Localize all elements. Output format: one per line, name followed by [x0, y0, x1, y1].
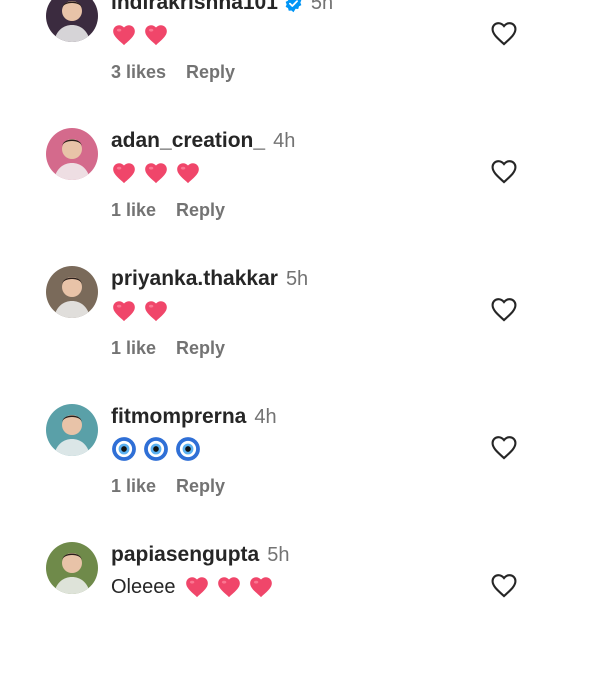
heart-outline-icon[interactable] — [490, 20, 518, 46]
heart-outline-icon[interactable] — [490, 296, 518, 322]
red-heart-emoji — [111, 22, 137, 48]
username-link[interactable]: priyanka.thakkar — [111, 267, 278, 291]
comment-header: adan_creation_ 4h — [111, 128, 295, 154]
red-heart-emoji — [143, 298, 169, 324]
comment-meta: 1 like Reply — [111, 338, 225, 359]
likes-count-link[interactable]: 1 like — [111, 338, 156, 359]
comment-item: priyanka.thakkar 5h 1 like Reply — [0, 266, 600, 404]
red-heart-emoji — [111, 298, 137, 324]
red-heart-emoji — [111, 160, 137, 186]
red-heart-emoji — [175, 160, 201, 186]
verified-badge-icon — [284, 0, 303, 13]
comment-header: papiasengupta 5h — [111, 542, 289, 568]
comment-item: fitmomprerna 4h 1 like Reply — [0, 404, 600, 542]
comment-timestamp[interactable]: 4h — [273, 130, 295, 153]
heart-outline-icon[interactable] — [490, 572, 518, 598]
avatar[interactable] — [46, 266, 98, 318]
avatar[interactable] — [46, 404, 98, 456]
username-link[interactable]: indirakrishna101 — [111, 0, 278, 15]
nazar-amulet-emoji — [175, 436, 201, 462]
comment-text — [111, 158, 207, 188]
likes-count-link[interactable]: 3 likes — [111, 62, 166, 83]
comment-item: papiasengupta 5h Oleeee — [0, 542, 600, 680]
heart-outline-icon[interactable] — [490, 434, 518, 460]
nazar-amulet-emoji — [111, 436, 137, 462]
comment-timestamp[interactable]: 5h — [311, 0, 333, 15]
comment-item: adan_creation_ 4h 1 like Reply — [0, 128, 600, 266]
comment-item: indirakrishna101 5h 3 likes Reply — [0, 0, 600, 128]
heart-outline-icon[interactable] — [490, 158, 518, 184]
reply-button[interactable]: Reply — [176, 200, 225, 221]
comment-timestamp[interactable]: 5h — [267, 544, 289, 567]
comment-text — [111, 434, 207, 464]
reply-button[interactable]: Reply — [176, 338, 225, 359]
red-heart-emoji — [143, 160, 169, 186]
red-heart-emoji — [216, 574, 242, 600]
username-link[interactable]: papiasengupta — [111, 543, 259, 567]
comment-meta: 1 like Reply — [111, 200, 225, 221]
comment-header: fitmomprerna 4h — [111, 404, 277, 430]
comment-header: indirakrishna101 5h — [111, 0, 333, 16]
comment-text — [111, 296, 175, 326]
comment-meta: 1 like Reply — [111, 476, 225, 497]
reply-button[interactable]: Reply — [176, 476, 225, 497]
likes-count-link[interactable]: 1 like — [111, 476, 156, 497]
comment-timestamp[interactable]: 4h — [254, 406, 276, 429]
likes-count-link[interactable]: 1 like — [111, 200, 156, 221]
avatar[interactable] — [46, 0, 98, 42]
avatar[interactable] — [46, 542, 98, 594]
comment-timestamp[interactable]: 5h — [286, 268, 308, 291]
username-link[interactable]: adan_creation_ — [111, 129, 265, 153]
red-heart-emoji — [143, 22, 169, 48]
nazar-amulet-emoji — [143, 436, 169, 462]
comment-text — [111, 20, 175, 50]
red-heart-emoji — [248, 574, 274, 600]
avatar[interactable] — [46, 128, 98, 180]
comment-body-text: Oleeee — [111, 575, 176, 598]
username-link[interactable]: fitmomprerna — [111, 405, 246, 429]
reply-button[interactable]: Reply — [186, 62, 235, 83]
comment-meta: 3 likes Reply — [111, 62, 235, 83]
red-heart-emoji — [184, 574, 210, 600]
comment-header: priyanka.thakkar 5h — [111, 266, 308, 292]
comment-text: Oleeee — [111, 572, 280, 602]
